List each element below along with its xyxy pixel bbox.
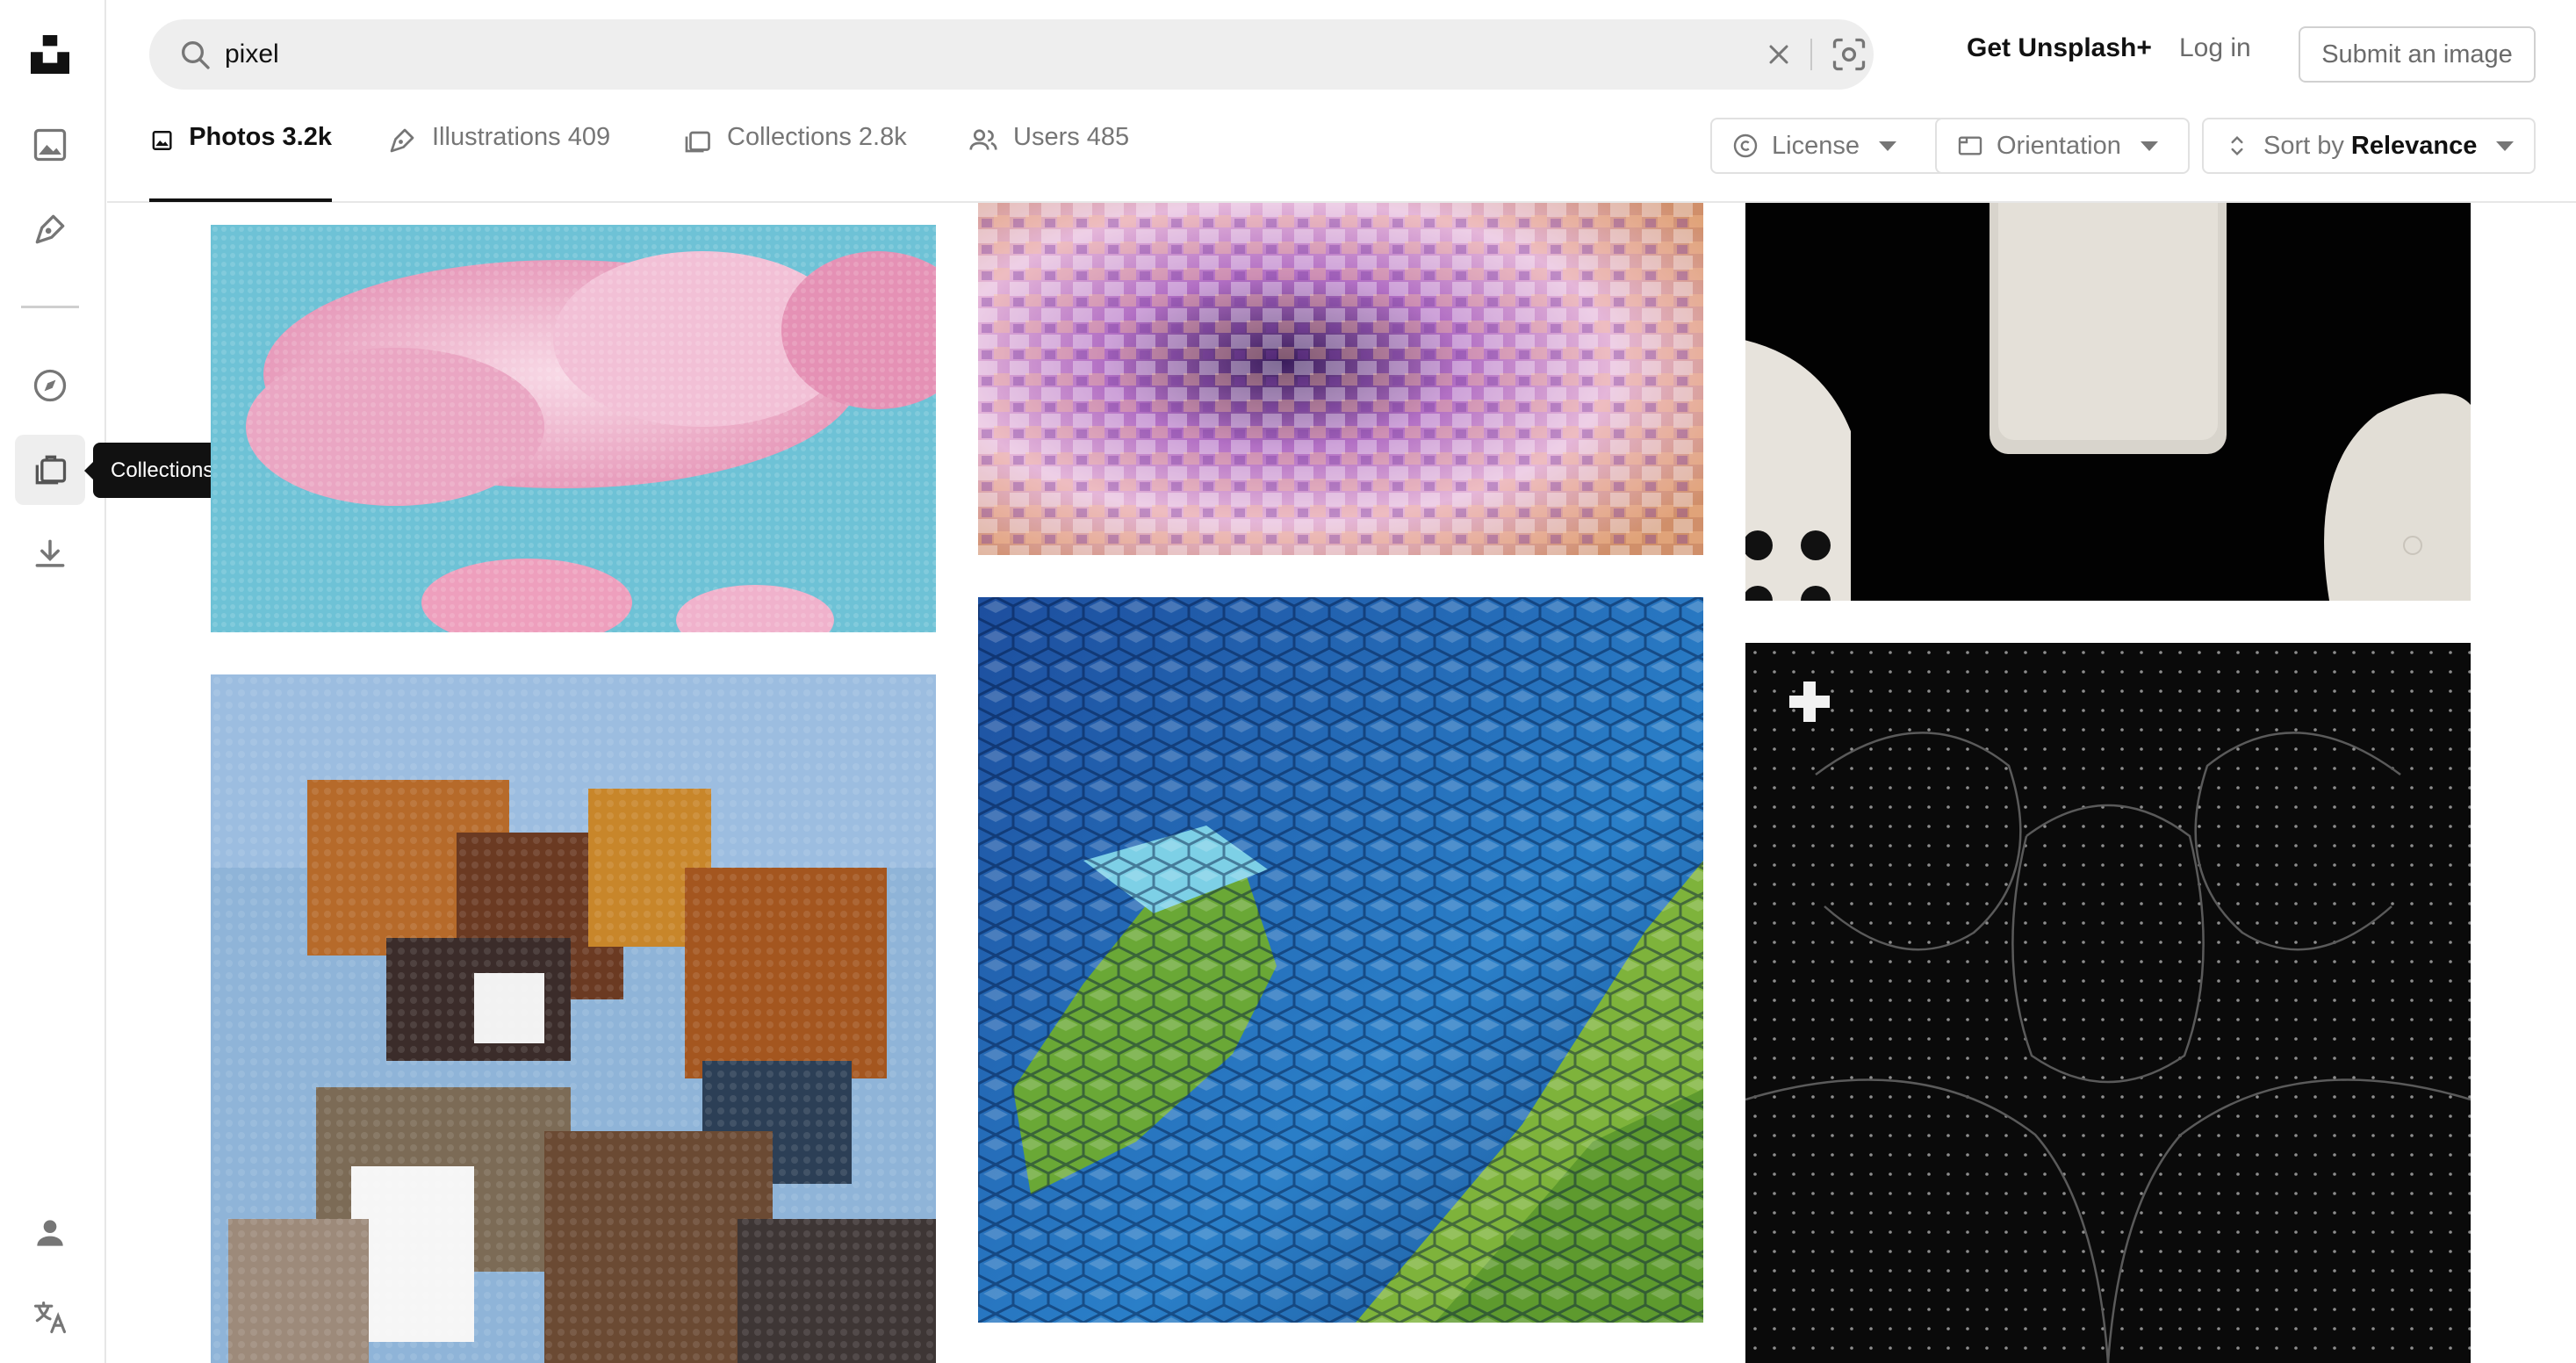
- sidebar-item-illustrations[interactable]: [15, 194, 85, 264]
- tab-illustrations-count: 409: [567, 123, 611, 151]
- sidebar-item-language[interactable]: [15, 1282, 85, 1352]
- sidebar-item-downloads[interactable]: [15, 519, 85, 589]
- sort-filter-value: Relevance: [2350, 131, 2478, 160]
- tab-illustrations[interactable]: Illustrations 409: [386, 123, 610, 202]
- dot-grid-art-image: [1745, 643, 2471, 1363]
- license-filter-label: License: [1772, 131, 1860, 160]
- license-filter[interactable]: License: [1710, 118, 1968, 174]
- sidebar-item-account[interactable]: [15, 1198, 85, 1268]
- sort-filter-prefix: Sort by: [2263, 131, 2344, 160]
- search-input[interactable]: [225, 28, 1717, 81]
- tab-photos-label: Photos: [189, 123, 276, 151]
- submit-image-button[interactable]: Submit an image: [2299, 26, 2536, 83]
- photo-colorful-cubes[interactable]: [978, 203, 1703, 555]
- unsplash-logo-icon: [31, 35, 69, 74]
- sidebar-item-photos[interactable]: [15, 110, 85, 180]
- photo-game-controller[interactable]: [1745, 203, 2471, 601]
- sidebar-item-collections[interactable]: [15, 435, 85, 505]
- photo-pink-clouds[interactable]: [211, 225, 936, 632]
- search-bar: [149, 19, 1874, 90]
- tab-collections-label: Collections: [727, 123, 852, 151]
- users-icon: [969, 129, 997, 150]
- collections-icon: [685, 131, 710, 153]
- login-link[interactable]: Log in: [2179, 33, 2251, 63]
- photo-pixel-painting[interactable]: [211, 674, 936, 1363]
- copyright-icon: [1733, 133, 1758, 158]
- pen-nib-icon: [390, 128, 414, 153]
- image-icon: [152, 131, 172, 150]
- orientation-icon: [1958, 136, 1982, 155]
- header: Get Unsplash+ Log in Submit an image Pho…: [107, 0, 2576, 203]
- tab-users[interactable]: Users 485: [968, 123, 1129, 202]
- voxel-globe-image: [978, 597, 1703, 1323]
- collections-icon: [35, 455, 67, 485]
- pink-clouds-image: [211, 225, 936, 632]
- sort-filter[interactable]: Sort by Relevance: [2202, 118, 2536, 174]
- tab-collections[interactable]: Collections 2.8k: [681, 123, 907, 202]
- search-divider: [1810, 39, 1812, 70]
- chevron-down-icon: [2496, 141, 2515, 151]
- get-unsplash-plus-link[interactable]: Get Unsplash+: [1967, 33, 2152, 63]
- sidebar: [0, 0, 106, 1363]
- chevron-down-icon: [1878, 141, 1896, 151]
- image-icon: [33, 128, 67, 162]
- search-icon[interactable]: [177, 37, 212, 72]
- translate-icon: [33, 1301, 67, 1334]
- tab-users-label: Users: [1013, 123, 1080, 151]
- tab-collections-count: 2.8k: [858, 123, 907, 151]
- colorful-cubes-image: [978, 203, 1703, 555]
- sidebar-divider: [21, 306, 79, 308]
- compass-icon: [33, 369, 67, 402]
- chevron-down-icon: [2140, 141, 2158, 151]
- active-tab-indicator: [149, 198, 332, 202]
- tab-users-count: 485: [1086, 123, 1130, 151]
- visual-search-icon[interactable]: [1830, 35, 1868, 74]
- pen-nib-icon: [35, 214, 65, 244]
- orientation-filter[interactable]: Orientation: [1935, 118, 2190, 174]
- sort-icon: [2231, 135, 2243, 156]
- download-icon: [35, 539, 65, 567]
- game-controller-image: [1745, 203, 2471, 601]
- user-icon: [37, 1220, 63, 1246]
- tab-photos-count: 3.2k: [282, 123, 332, 151]
- sidebar-item-explore[interactable]: [15, 350, 85, 421]
- photo-dot-grid-art[interactable]: [1745, 643, 2471, 1363]
- tab-illustrations-label: Illustrations: [432, 123, 561, 151]
- photo-voxel-globe[interactable]: [978, 597, 1703, 1323]
- clear-search-icon[interactable]: [1763, 39, 1795, 70]
- tab-photos[interactable]: Photos 3.2k: [149, 123, 332, 202]
- orientation-filter-label: Orientation: [1997, 131, 2121, 160]
- unsplash-logo[interactable]: [15, 19, 85, 90]
- pixel-painting-image: [211, 674, 936, 1363]
